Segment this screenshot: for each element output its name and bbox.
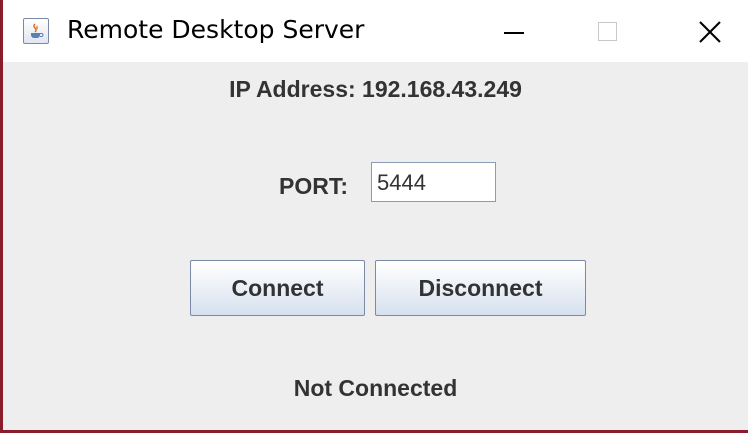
content-panel: IP Address: 192.168.43.249 PORT: Connect… [3,62,748,430]
java-cup-icon [23,18,49,44]
connection-status: Not Connected [293,375,458,401]
close-button[interactable] [658,0,748,62]
maximize-button[interactable] [553,0,663,62]
port-input[interactable] [371,162,496,202]
title-bar[interactable]: Remote Desktop Server [3,0,748,62]
window-title: Remote Desktop Server [67,15,365,44]
connect-button[interactable]: Connect [190,260,365,316]
close-icon [699,21,721,43]
ip-address-label: IP Address: 192.168.43.249 [229,76,522,102]
disconnect-button[interactable]: Disconnect [375,260,586,316]
minimize-icon [504,32,524,34]
maximize-icon [598,22,617,41]
minimize-button[interactable] [458,0,568,62]
port-label: PORT: [279,173,348,199]
app-window: Remote Desktop Server IP Address: 192.16… [0,0,748,433]
